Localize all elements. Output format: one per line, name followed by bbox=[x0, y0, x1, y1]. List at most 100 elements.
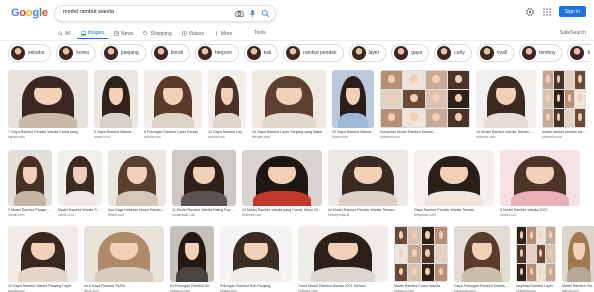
result-caption[interactable]: 12 Gaya Rambut Wanita Panjang Layer bbox=[8, 284, 78, 288]
result-thumbnail[interactable] bbox=[8, 70, 88, 128]
image-result[interactable]: Ini Potongan Rambut Sebahu pinterest.com bbox=[170, 226, 214, 292]
image-result[interactable]: 8 Potongan Rambut Layer Panjang... wanita… bbox=[144, 70, 202, 139]
image-result[interactable]: Trend Model Rambut Wanita 2021 Terbaru id… bbox=[298, 226, 388, 292]
result-thumbnail[interactable] bbox=[242, 150, 322, 206]
result-thumbnail[interactable] bbox=[328, 150, 408, 206]
result-thumbnail[interactable] bbox=[208, 70, 246, 128]
camera-icon[interactable] bbox=[235, 9, 244, 18]
tab-shopping[interactable]: Shopping bbox=[139, 28, 175, 39]
result-caption[interactable]: Kumpulan Model Rambut Wanita... bbox=[380, 130, 470, 134]
result-caption[interactable]: model rambut pendek wanita bbox=[542, 130, 586, 134]
image-result[interactable]: 7 Gaya Rambut Pendek Wanita Korea yang za… bbox=[8, 70, 88, 139]
result-caption[interactable]: Gaya Potongan Rambut Wanita Trendy bbox=[454, 284, 510, 288]
result-caption[interactable]: 20 Gaya Rambut Layer Panjang yang Wajib bbox=[252, 130, 326, 134]
result-caption[interactable]: 11 Model Rambut Wanita Paling Populer bbox=[172, 208, 236, 212]
result-caption[interactable]: 8 Model Rambut Wanita 2022 bbox=[500, 208, 580, 212]
google-logo[interactable]: Google bbox=[11, 7, 48, 19]
result-caption[interactable]: Inspirasi Rambut Layer bbox=[516, 284, 556, 288]
image-result[interactable]: Model Rambut Wanita Shaggy orami.co.id bbox=[58, 150, 102, 217]
image-result[interactable]: Ini Model Rambut Pendek Wanita Terbaru be… bbox=[328, 150, 408, 217]
result-thumbnail[interactable] bbox=[58, 150, 102, 206]
result-caption[interactable]: 9 Model Rambut Panjang Terbaik bbox=[8, 208, 52, 212]
related-search-chip[interactable]: korea bbox=[56, 44, 96, 62]
image-result[interactable]: Ini 5 Gaya Rambut TikTok tiktok.com bbox=[84, 226, 164, 292]
result-caption[interactable]: 8 Potongan Rambut Layer Panjang... bbox=[144, 130, 202, 134]
result-thumbnail[interactable] bbox=[8, 150, 52, 206]
microphone-icon[interactable] bbox=[248, 9, 257, 18]
result-thumbnail[interactable] bbox=[414, 150, 494, 206]
image-result[interactable]: Potongan Rambut Bob Panjang beauty.com bbox=[220, 226, 292, 292]
image-result[interactable]: Model Rambut Ombre wanita.com bbox=[562, 226, 594, 292]
image-result[interactable]: 11 Model Rambut Wanita Paling Populer rum… bbox=[172, 150, 236, 217]
related-search-chip[interactable]: rambut pendek bbox=[283, 44, 344, 62]
result-thumbnail[interactable] bbox=[144, 70, 202, 128]
image-result[interactable]: Ikut Gaya Kekinian Model Rambut Terbaruf… bbox=[108, 150, 166, 217]
result-thumbnail[interactable] bbox=[394, 226, 448, 282]
result-thumbnail[interactable] bbox=[170, 226, 214, 282]
result-caption[interactable]: Ini Model Rambut Pendek Wanita Terbaru bbox=[328, 208, 408, 212]
image-result[interactable]: 10 Model Rambut Wanita yang Cocok Tahun … bbox=[242, 150, 322, 217]
image-result[interactable]: 20 Gaya Rambut Layer Panjang yang Wajib l… bbox=[252, 70, 326, 139]
result-caption[interactable]: 9 Gaya Rambut Wanita Sebahu bbox=[94, 130, 138, 134]
tab-more[interactable]: More bbox=[210, 28, 236, 39]
result-thumbnail[interactable] bbox=[380, 70, 470, 128]
result-caption[interactable]: Gaya Rambut Pendek Wanita Terbaik bbox=[414, 208, 494, 212]
related-search-chip[interactable]: kaii bbox=[243, 44, 279, 62]
result-caption[interactable]: Ikut Gaya Kekinian Model Rambut Terbaru bbox=[108, 208, 166, 212]
result-thumbnail[interactable] bbox=[8, 226, 78, 282]
image-result[interactable]: Inspirasi Rambut Layer pinterest.com bbox=[516, 226, 556, 292]
result-thumbnail[interactable] bbox=[454, 226, 510, 282]
result-caption[interactable]: Potongan Rambut Bob Panjang bbox=[220, 284, 292, 288]
image-result[interactable]: 10 Model Rambut Wanita Terbaru 2021 idnti… bbox=[476, 70, 536, 139]
image-result[interactable]: 9 Model Rambut Panjang Terbaikrumah.com bbox=[8, 150, 52, 217]
image-result[interactable]: Gaya Potongan Rambut Wanita Trendykumpar… bbox=[454, 226, 510, 292]
tab-all[interactable]: All bbox=[54, 28, 75, 39]
image-result[interactable]: Kumpulan Model Rambut Wanita... pinterest… bbox=[380, 70, 470, 139]
search-input[interactable]: model rambut wanita bbox=[54, 5, 276, 22]
image-result[interactable]: Model Rambut Korea Wanita pinterest.com bbox=[394, 226, 448, 292]
related-search-chip[interactable]: curly bbox=[434, 44, 472, 62]
result-thumbnail[interactable] bbox=[516, 226, 556, 282]
related-search-chip[interactable]: ovall bbox=[476, 44, 515, 62]
search-query-text[interactable]: model rambut wanita bbox=[63, 9, 114, 15]
result-thumbnail[interactable] bbox=[476, 70, 536, 128]
result-thumbnail[interactable] bbox=[298, 226, 388, 282]
apps-grid-icon[interactable] bbox=[542, 6, 553, 17]
result-thumbnail[interactable] bbox=[500, 150, 580, 206]
result-thumbnail[interactable] bbox=[252, 70, 326, 128]
related-search-chip[interactable]: sebahu bbox=[8, 44, 52, 62]
tab-videos[interactable]: Videos bbox=[178, 28, 208, 39]
result-caption[interactable]: Model Rambut Korea Wanita bbox=[394, 284, 448, 288]
image-result[interactable]: Gaya Rambut Pendek Wanita Terbaik kumpara… bbox=[414, 150, 494, 217]
result-thumbnail[interactable] bbox=[542, 70, 586, 128]
tools-button[interactable]: Tools bbox=[254, 30, 266, 36]
result-caption[interactable]: Model Rambut Ombre bbox=[562, 284, 594, 288]
result-caption[interactable]: Ini 5 Gaya Rambut TikTok bbox=[84, 284, 164, 288]
result-caption[interactable]: Trend Model Rambut Wanita 2021 Terbaru bbox=[298, 284, 388, 288]
related-search-chip[interactable]: berponi bbox=[194, 44, 239, 62]
result-thumbnail[interactable] bbox=[562, 226, 594, 282]
related-search-chip[interactable]: bob bbox=[567, 44, 590, 62]
image-result[interactable]: 8 Model Rambut Wanita 2022 orami.co.id bbox=[500, 150, 580, 217]
related-search-chip[interactable]: panjang bbox=[100, 44, 146, 62]
image-result[interactable]: 12 Gaya Rambut Wanita Panjang Layer wanit… bbox=[8, 226, 78, 292]
result-thumbnail[interactable] bbox=[172, 150, 236, 206]
result-caption[interactable]: 7 Gaya Rambut Pendek Wanita Korea yang bbox=[8, 130, 88, 134]
tab-news[interactable]: News bbox=[110, 28, 138, 39]
result-caption[interactable]: Ini Potongan Rambut Sebahu bbox=[170, 284, 214, 288]
settings-gear-icon[interactable] bbox=[525, 6, 536, 17]
result-caption[interactable]: Model Rambut Wanita Shaggy bbox=[58, 208, 102, 212]
result-thumbnail[interactable] bbox=[220, 226, 292, 282]
related-search-chip[interactable]: tomboy bbox=[519, 44, 563, 62]
result-caption[interactable]: 10 Model Rambut Wanita yang Cocok Tahun … bbox=[242, 208, 322, 212]
image-result[interactable]: 12 Gaya Rambut Layer Pendek...wanita.com bbox=[208, 70, 246, 139]
result-caption[interactable]: 12 Gaya Rambut Layer Pendek... bbox=[208, 130, 246, 134]
related-search-chip[interactable]: gaya bbox=[391, 44, 430, 62]
related-search-chip[interactable]: bondi bbox=[150, 44, 190, 62]
related-search-chip[interactable]: layer bbox=[348, 44, 387, 62]
safesearch-link[interactable]: SafeSearch bbox=[560, 30, 586, 36]
image-result[interactable]: 9 Gaya Rambut Wanita Sebahuorami.co.id bbox=[94, 70, 138, 139]
result-caption[interactable]: 30 Gaya Rambut Wanita bbox=[332, 130, 374, 134]
search-icon[interactable] bbox=[261, 9, 270, 18]
tab-images[interactable]: Images bbox=[76, 28, 108, 39]
